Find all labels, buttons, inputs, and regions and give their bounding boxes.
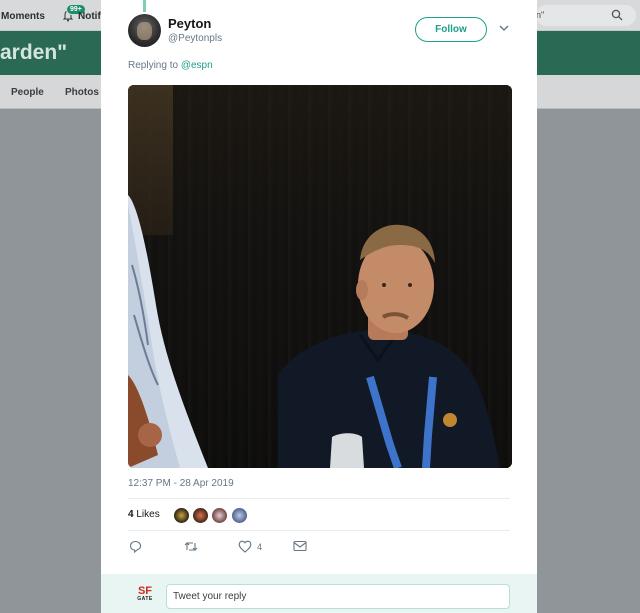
liker-avatar[interactable]	[173, 507, 190, 524]
tab-photos[interactable]: Photos	[65, 87, 99, 98]
divider	[128, 530, 510, 531]
logo-gate: GATE	[137, 596, 153, 602]
search-icon[interactable]	[611, 9, 623, 21]
nav-notifications[interactable]: Notif	[78, 11, 101, 22]
avatar[interactable]	[128, 14, 161, 47]
like-action-count: 4	[257, 542, 263, 552]
likes-count: 4	[128, 509, 134, 520]
divider	[128, 498, 510, 499]
reply-icon[interactable]	[129, 540, 142, 553]
like-heart-icon[interactable]	[238, 540, 252, 553]
tweet-reply-input[interactable]: Tweet your reply	[166, 584, 510, 609]
user-name[interactable]: Peyton	[168, 16, 211, 31]
liker-avatar[interactable]	[231, 507, 248, 524]
liker-avatar[interactable]	[192, 507, 209, 524]
replying-prefix: Replying to	[128, 60, 179, 71]
nav-moments[interactable]: Moments	[1, 11, 45, 22]
follow-button[interactable]: Follow	[415, 17, 487, 42]
direct-message-icon[interactable]	[293, 540, 307, 552]
logo-sf: SF	[137, 585, 153, 597]
replying-to: Replying to @espn	[128, 60, 213, 71]
search-text: n"	[536, 10, 545, 20]
liker-avatar[interactable]	[211, 507, 228, 524]
reply-bar: SF GATE Tweet your reply	[101, 574, 537, 613]
sfgate-logo: SF GATE	[135, 585, 155, 603]
photo-subject-illustration	[128, 195, 500, 468]
retweet-icon[interactable]	[184, 540, 198, 553]
tweet-timestamp[interactable]: 12:37 PM - 28 Apr 2019	[128, 478, 234, 489]
chevron-down-icon[interactable]	[499, 25, 509, 32]
banner-title: arden"	[0, 41, 68, 64]
user-handle[interactable]: @Peytonpls	[168, 33, 222, 44]
likes-label: Likes	[136, 509, 160, 520]
tab-people[interactable]: People	[11, 87, 44, 98]
thread-line	[143, 0, 146, 12]
likes-summary[interactable]: 4 Likes	[128, 509, 160, 520]
tweet-photo[interactable]	[128, 85, 512, 468]
replying-mention[interactable]: @espn	[181, 60, 213, 71]
tweet-modal: Peyton @Peytonpls Follow Replying to @es…	[101, 0, 537, 613]
